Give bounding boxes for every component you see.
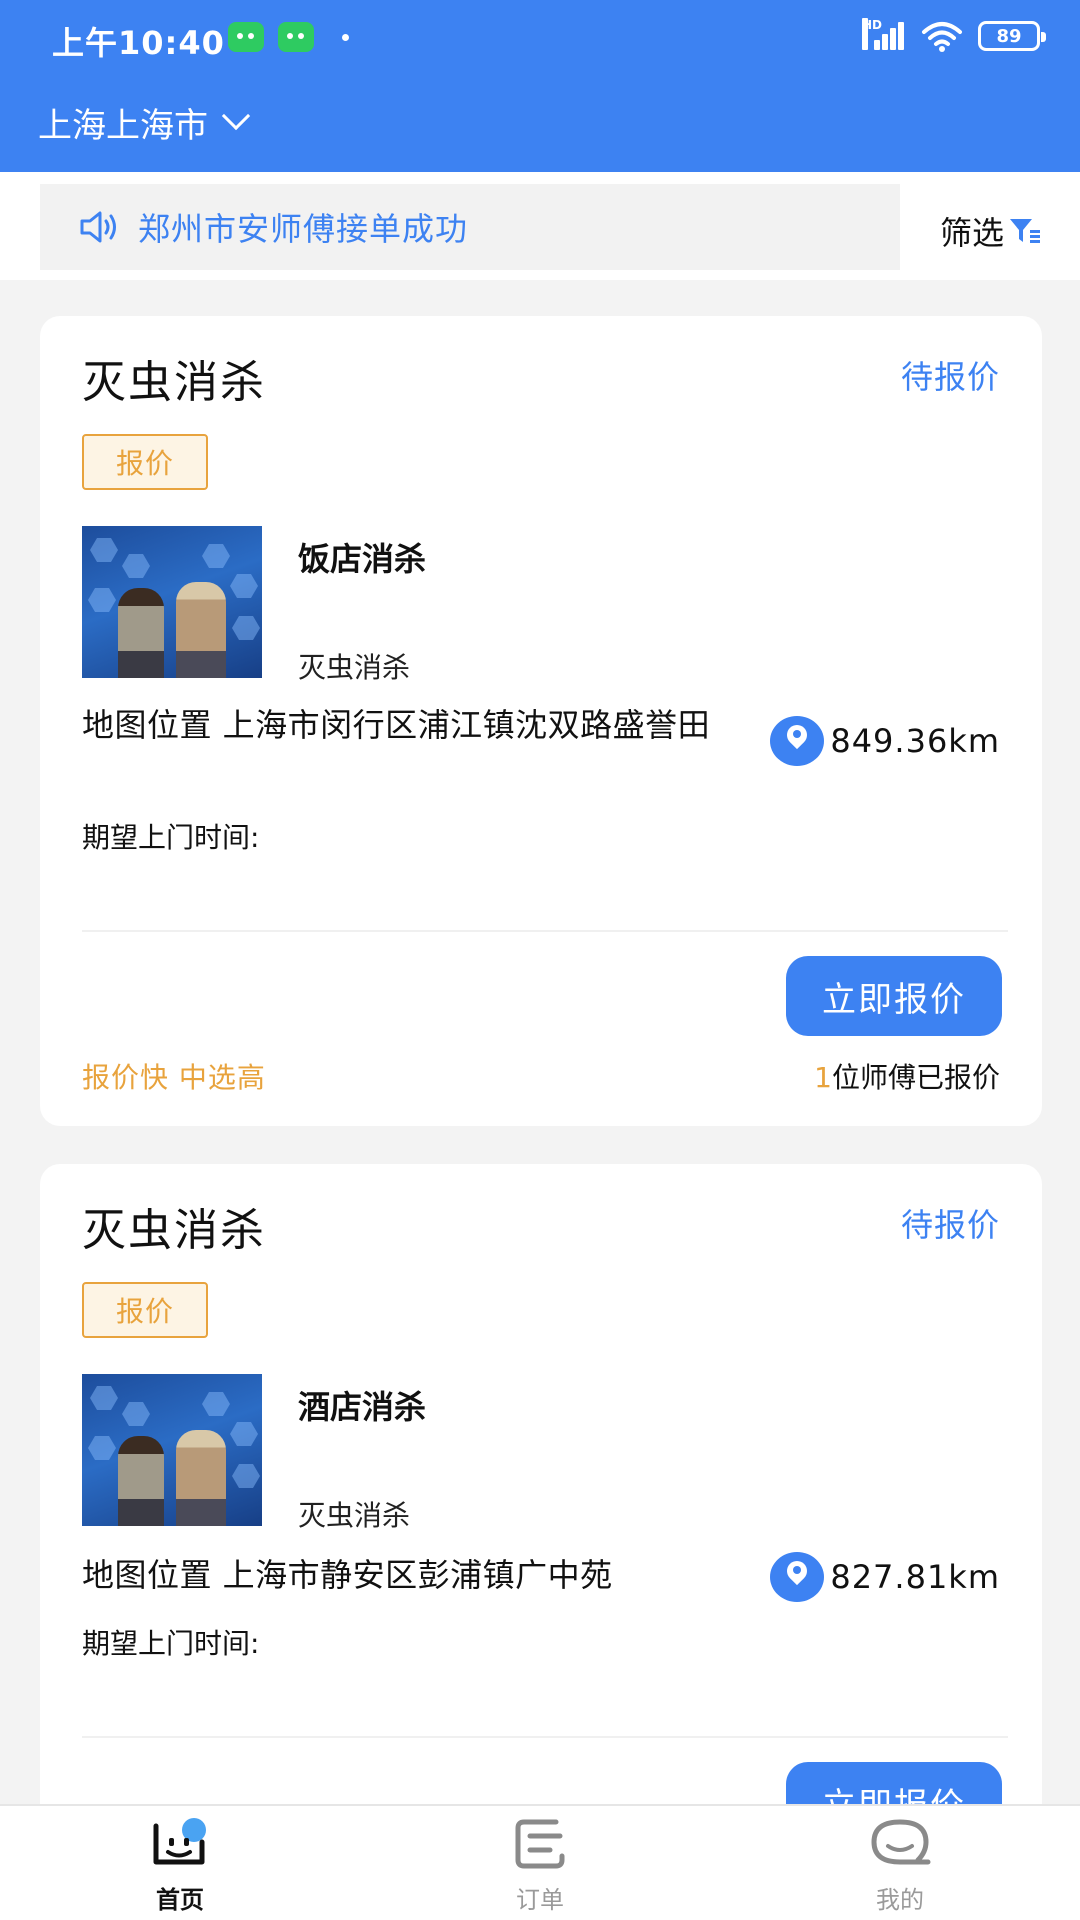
status-icons: HD 89 [862,18,1046,54]
notification-dot-icon [342,34,349,41]
order-card[interactable]: 灭虫消杀 待报价 报价 饭店消杀 灭虫消杀 地图位置 上海市闵行区浦江镇沈双路盛… [40,316,1042,1126]
notice-bar: 郑州市安师傅接单成功 筛选 [0,172,1080,280]
home-smile-icon [153,1818,206,1865]
order-status: 待报价 [900,1206,1000,1244]
quote-tag: 报价 [82,434,208,490]
status-time: 上午10:40 [52,24,225,62]
service-thumbnail [82,526,262,678]
tab-profile[interactable]: 我的 [820,1816,980,1915]
order-status: 待报价 [900,358,1000,396]
filter-label: 筛选 [939,214,1004,252]
filter-button[interactable]: 筛选 [940,208,1042,254]
city-selector[interactable]: 上海上海市 [38,98,251,147]
quote-count-suffix: 位师傅已报价 [831,1061,1000,1094]
tab-profile-label: 我的 [876,1886,924,1914]
tab-home-label: 首页 [156,1886,204,1914]
quote-tag: 报价 [82,1282,208,1338]
distance: 827.81km [770,1552,1000,1602]
tab-orders-label: 订单 [516,1886,564,1914]
expected-time-label: 期望上门时间: [82,1627,260,1660]
divider [82,930,1008,932]
quote-count-number: 1 [814,1061,832,1094]
quote-now-button[interactable]: 立即报价 [786,956,1002,1036]
tab-orders[interactable]: 订单 [460,1816,620,1915]
order-address: 地图位置 上海市静安区彭浦镇广中苑 [82,1556,613,1594]
order-category: 灭虫消杀 [82,1205,266,1256]
order-card[interactable]: 灭虫消杀 待报价 报价 酒店消杀 灭虫消杀 地图位置 上海市静安区彭浦镇广中苑 … [40,1164,1042,1864]
quote-count: 1位师傅已报价 [814,1056,1000,1096]
service-name: 饭店消杀 [298,540,427,578]
order-category: 灭虫消杀 [82,357,266,408]
location-pin-icon [770,716,825,766]
filter-icon [1010,219,1040,243]
location-pin-icon [770,1552,825,1602]
notice-text: 郑州市安师傅接单成功 [138,210,469,248]
wechat-icon [228,22,264,52]
battery-level: 89 [996,25,1022,47]
signal-icon: HD [862,18,906,54]
chevron-down-icon [221,101,251,130]
service-category: 灭虫消杀 [298,651,411,684]
divider [82,1736,1008,1738]
battery-icon: 89 [978,21,1046,51]
expected-time-label: 期望上门时间: [82,821,260,854]
speaker-icon [80,211,116,243]
bottom-tab-bar: 首页 订单 我的 [0,1804,1080,1920]
notice-banner: 郑州市安师傅接单成功 [40,184,900,270]
service-category: 灭虫消杀 [298,1499,411,1532]
wifi-icon [922,22,962,52]
distance-value: 849.36km [830,722,1000,760]
order-icon [515,1819,565,1869]
slogan: 报价快 中选高 [82,1061,266,1094]
network-label: HD [862,18,882,50]
distance-value: 827.81km [830,1558,1000,1596]
wechat-icon [278,22,314,52]
tab-home[interactable]: 首页 [100,1816,260,1915]
app-header: 上午10:40 HD 89 上海上海市 [0,0,1080,172]
service-thumbnail [82,1374,262,1526]
service-name: 酒店消杀 [298,1388,427,1426]
order-address: 地图位置 上海市闵行区浦江镇沈双路盛誉田 [82,706,711,744]
status-bar: 上午10:40 HD 89 [0,0,1080,76]
distance: 849.36km [770,716,1000,766]
profile-chat-icon [871,1819,931,1865]
city-label: 上海上海市 [38,106,208,146]
